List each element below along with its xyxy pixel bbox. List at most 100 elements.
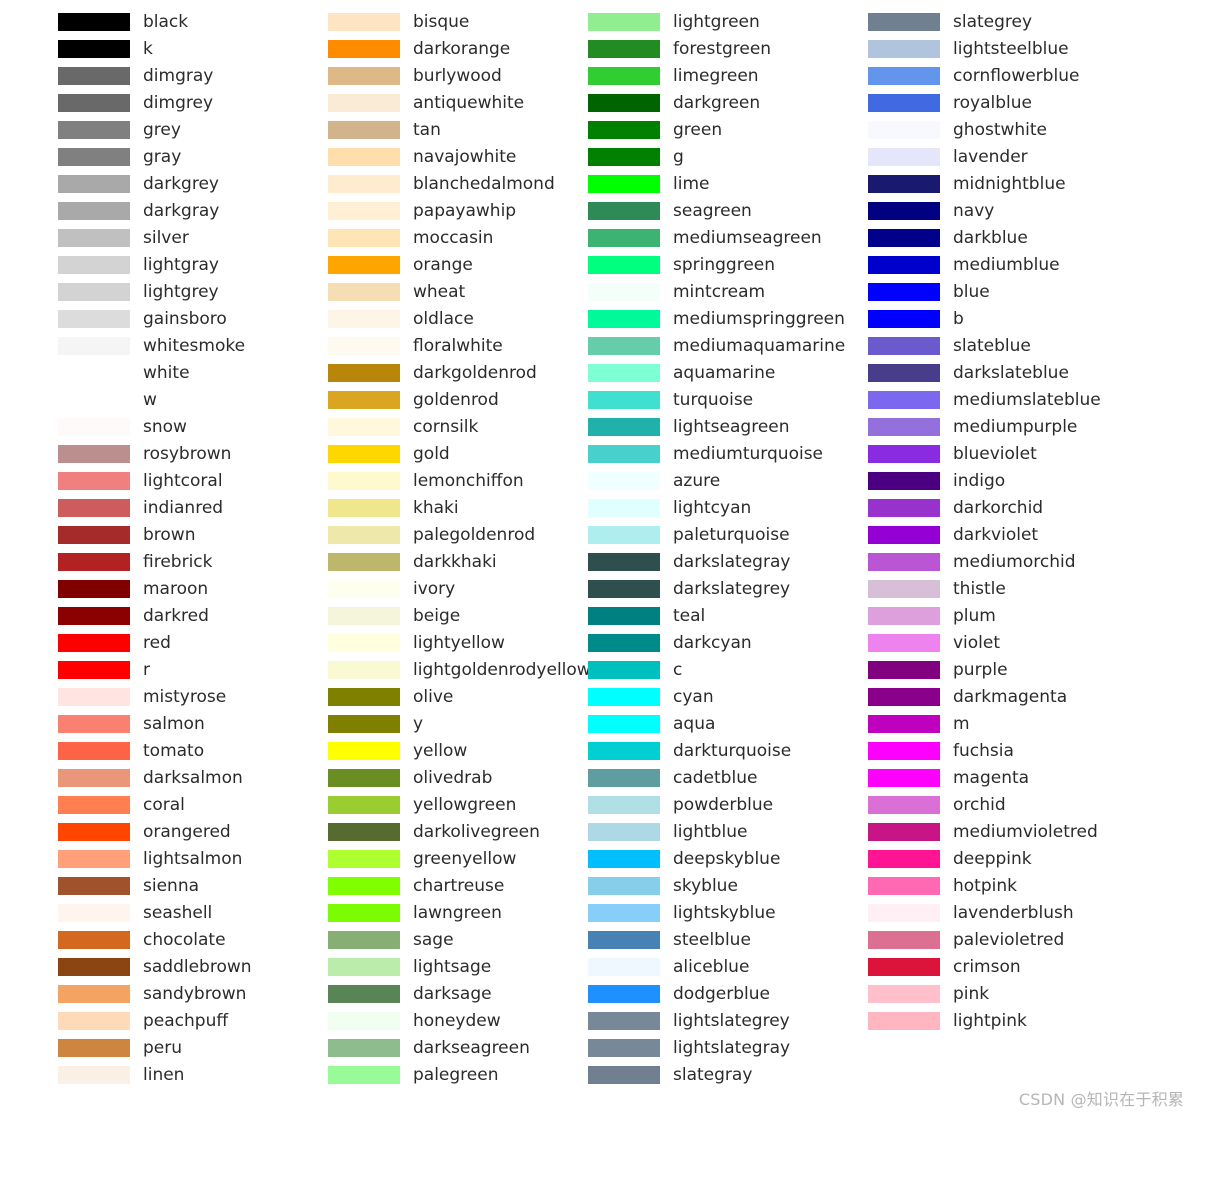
color-entry: darkgray [58, 197, 328, 224]
color-swatch [868, 310, 940, 328]
color-label: slategray [673, 1065, 752, 1085]
color-entry: powderblue [588, 791, 868, 818]
color-swatch [58, 472, 130, 490]
color-label: mediumpurple [953, 417, 1077, 437]
watermark-text: CSDN @知识在于积累 [1019, 1086, 1184, 1110]
color-entry: aqua [588, 710, 868, 737]
color-label: rosybrown [143, 444, 231, 464]
color-entry: seagreen [588, 197, 868, 224]
color-label: mediumslateblue [953, 390, 1101, 410]
color-swatch [58, 580, 130, 598]
color-swatch [868, 148, 940, 166]
color-swatch [328, 715, 400, 733]
color-entry: goldenrod [328, 386, 588, 413]
color-entry: darksalmon [58, 764, 328, 791]
color-label: oldlace [413, 309, 474, 329]
color-swatch [328, 202, 400, 220]
color-swatch [588, 634, 660, 652]
color-label: lightpink [953, 1011, 1027, 1031]
color-swatch [328, 931, 400, 949]
color-swatch [328, 256, 400, 274]
color-swatch [58, 742, 130, 760]
color-entry: orangered [58, 818, 328, 845]
color-label: dimgray [143, 66, 213, 86]
color-swatch [868, 67, 940, 85]
color-entry: darkolivegreen [328, 818, 588, 845]
color-label: goldenrod [413, 390, 499, 410]
color-entry: paleturquoise [588, 521, 868, 548]
color-entry: mediumseagreen [588, 224, 868, 251]
color-entry: darkorange [328, 35, 588, 62]
color-label: dimgrey [143, 93, 213, 113]
color-entry: salmon [58, 710, 328, 737]
color-entry: aliceblue [588, 953, 868, 980]
color-label: royalblue [953, 93, 1032, 113]
color-label: lightcyan [673, 498, 751, 518]
color-swatch [328, 553, 400, 571]
color-label: y [413, 714, 423, 734]
color-entry: grey [58, 116, 328, 143]
color-swatch [588, 283, 660, 301]
color-label: lightyellow [413, 633, 505, 653]
color-entry: blue [868, 278, 1148, 305]
color-swatch [588, 1039, 660, 1057]
color-label: darkred [143, 606, 209, 626]
color-entry: m [868, 710, 1148, 737]
color-entry: lightsalmon [58, 845, 328, 872]
color-swatch [868, 40, 940, 58]
color-swatch [328, 337, 400, 355]
color-entry: gold [328, 440, 588, 467]
color-entry: seashell [58, 899, 328, 926]
color-label: whitesmoke [143, 336, 245, 356]
color-swatch [868, 823, 940, 841]
color-label: slateblue [953, 336, 1031, 356]
color-entry: darkblue [868, 224, 1148, 251]
color-label: cornsilk [413, 417, 478, 437]
color-swatch [328, 769, 400, 787]
color-entry: darkmagenta [868, 683, 1148, 710]
color-label: azure [673, 471, 720, 491]
color-swatch [328, 121, 400, 139]
color-label: crimson [953, 957, 1021, 977]
color-entry: chocolate [58, 926, 328, 953]
color-label: powderblue [673, 795, 773, 815]
color-entry: purple [868, 656, 1148, 683]
color-swatch [58, 985, 130, 1003]
color-swatch [868, 850, 940, 868]
color-entry: pink [868, 980, 1148, 1007]
color-label: indigo [953, 471, 1005, 491]
color-swatch [58, 256, 130, 274]
color-swatch [588, 472, 660, 490]
color-swatch [868, 688, 940, 706]
color-label: chocolate [143, 930, 226, 950]
color-swatch [328, 526, 400, 544]
color-swatch [58, 634, 130, 652]
color-entry: b [868, 305, 1148, 332]
color-entry: darksage [328, 980, 588, 1007]
color-label: sage [413, 930, 454, 950]
color-label: g [673, 147, 684, 167]
color-label: mediumturquoise [673, 444, 823, 464]
color-label: lightblue [673, 822, 747, 842]
color-swatch [868, 634, 940, 652]
color-entry: gray [58, 143, 328, 170]
color-label: tan [413, 120, 441, 140]
color-label: mediumseagreen [673, 228, 822, 248]
color-swatch [868, 472, 940, 490]
color-entry: g [588, 143, 868, 170]
color-entry: green [588, 116, 868, 143]
color-entry: slateblue [868, 332, 1148, 359]
color-label: lightseagreen [673, 417, 790, 437]
color-swatch [868, 958, 940, 976]
color-label: blanchedalmond [413, 174, 555, 194]
color-label: lightskyblue [673, 903, 776, 923]
color-swatch [328, 472, 400, 490]
color-swatch [588, 742, 660, 760]
color-entry: lime [588, 170, 868, 197]
color-entry: deepskyblue [588, 845, 868, 872]
color-label: palegoldenrod [413, 525, 535, 545]
color-entry: navy [868, 197, 1148, 224]
color-label: lawngreen [413, 903, 502, 923]
color-swatch [58, 1039, 130, 1057]
color-entry: thistle [868, 575, 1148, 602]
